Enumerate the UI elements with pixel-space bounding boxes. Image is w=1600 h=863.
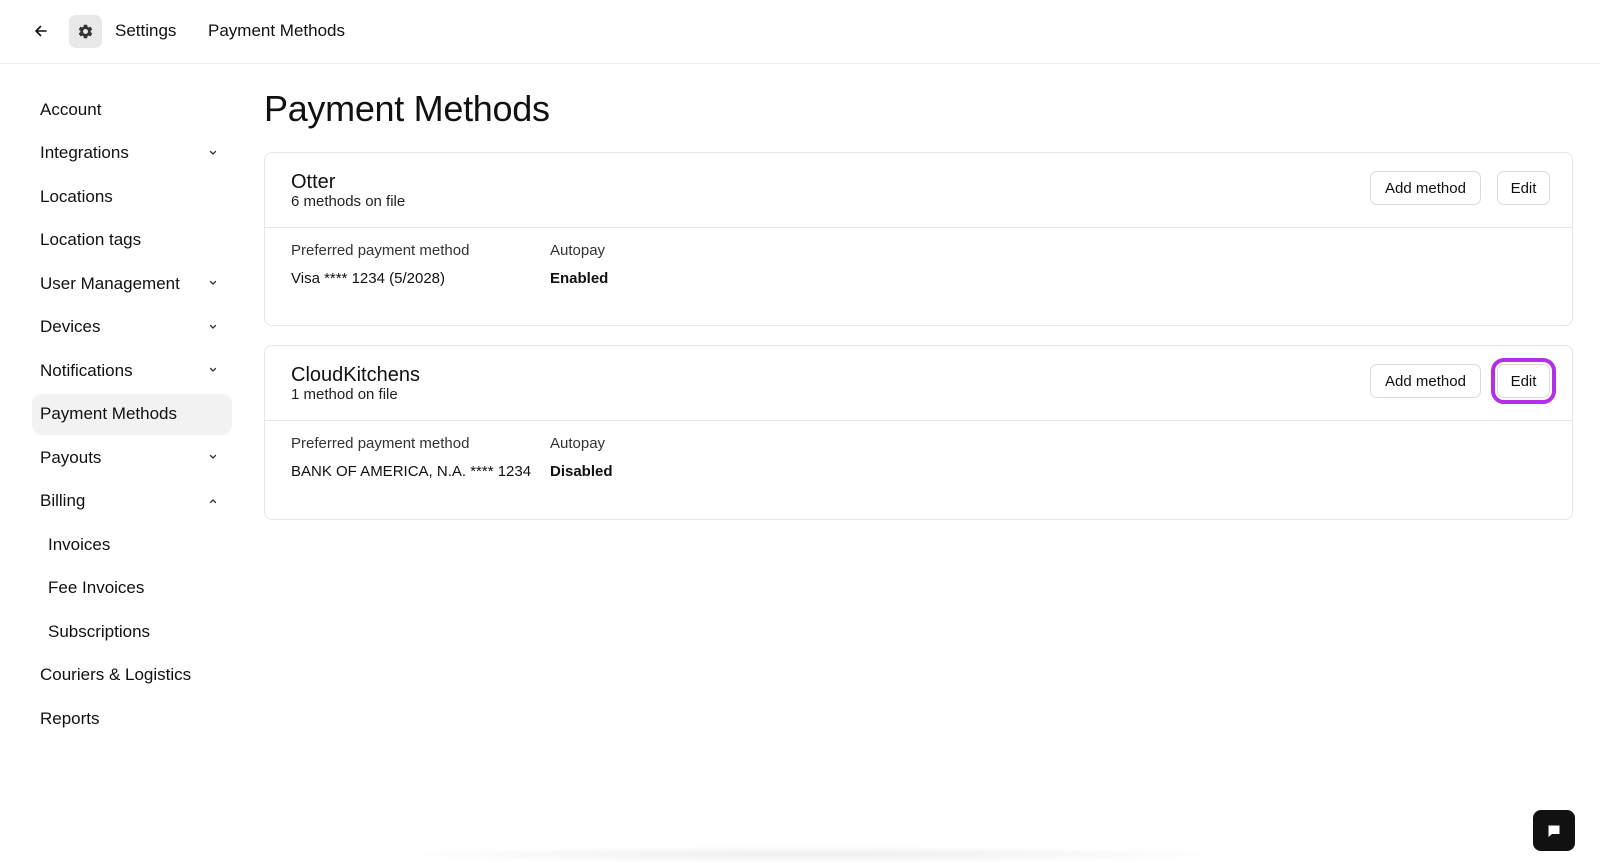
page-title: Payment Methods (264, 88, 550, 129)
sidebar-item-fee-invoices[interactable]: Fee Invoices (32, 568, 232, 609)
sidebar-item-user-management[interactable]: User Management (32, 263, 232, 304)
sidebar-item-label: Locations (40, 186, 113, 206)
gear-icon (78, 24, 93, 39)
breadcrumb-current: Payment Methods (208, 21, 346, 40)
preferred-method-label: Preferred payment method (291, 242, 470, 259)
autopay-label: Autopay (550, 242, 606, 259)
payment-card-cloudkitchens: CloudKitchens 1 method on file Add metho… (264, 345, 1573, 520)
sidebar-item-label: Subscriptions (48, 621, 151, 641)
chevron-down-icon (209, 150, 217, 155)
chevron-down-icon (209, 367, 217, 372)
card-method-count: 1 method on file (291, 386, 398, 403)
top-bar: Settings Payment Methods (0, 0, 1600, 64)
sidebar-item-label: Reports (40, 708, 100, 728)
sidebar-item-reports[interactable]: Reports (32, 698, 232, 739)
sidebar-item-label: Account (40, 99, 102, 119)
sidebar-item-location-tags[interactable]: Location tags (32, 220, 232, 261)
preferred-method-value: BANK OF AMERICA, N.A. **** 1234 (291, 463, 532, 480)
sidebar-item-devices[interactable]: Devices (32, 307, 232, 348)
card-header: Otter 6 methods on file Add method Edit (265, 153, 1572, 228)
edit-button[interactable]: Edit (1491, 358, 1556, 404)
sidebar-item-integrations[interactable]: Integrations (32, 133, 232, 174)
sidebar-item-notifications[interactable]: Notifications (32, 350, 232, 391)
sidebar-item-payment-methods[interactable]: Payment Methods (32, 393, 232, 435)
arrow-left-icon (35, 25, 47, 37)
sidebar-item-label: Payment Methods (40, 404, 178, 423)
sidebar-item-billing[interactable]: Billing (32, 481, 232, 522)
sidebar-item-label: Notifications (40, 360, 133, 380)
edit-button[interactable]: Edit (1497, 171, 1550, 205)
sidebar-item-couriers-logistics[interactable]: Couriers & Logistics (32, 655, 232, 696)
autopay-value: Enabled (550, 270, 609, 287)
sidebar-item-label: Devices (40, 317, 101, 336)
breadcrumb-settings[interactable]: Settings (115, 20, 176, 42)
sidebar-item-label: Location tags (40, 230, 142, 249)
card-org-name: Otter (291, 171, 336, 193)
sidebar-item-label: Payouts (40, 447, 102, 467)
preferred-method-label: Preferred payment method (291, 435, 470, 452)
chevron-down-icon (209, 324, 217, 329)
bottom-shadow (380, 846, 1240, 863)
sidebar-item-label: Invoices (48, 534, 111, 554)
chevron-down-icon (209, 280, 217, 285)
chat-bubble-icon (1548, 825, 1560, 837)
payment-card-otter: Otter 6 methods on file Add method Edit … (264, 152, 1573, 326)
sidebar-item-label: Fee Invoices (48, 578, 145, 597)
back-button[interactable] (28, 18, 54, 44)
sidebar-item-label: User Management (40, 273, 180, 293)
chevron-up-icon (209, 498, 217, 503)
sidebar-item-subscriptions[interactable]: Subscriptions (32, 611, 232, 652)
sidebar-nav: Account Integrations Locations Location … (32, 89, 232, 742)
card-org-name: CloudKitchens (291, 364, 420, 386)
sidebar-item-label: Billing (40, 491, 86, 510)
add-method-button[interactable]: Add method (1370, 364, 1481, 398)
chevron-down-icon (209, 454, 217, 459)
settings-gear-button[interactable] (69, 15, 102, 48)
sidebar-item-invoices[interactable]: Invoices (32, 524, 232, 565)
add-method-button[interactable]: Add method (1370, 171, 1481, 205)
autopay-label: Autopay (550, 435, 606, 452)
preferred-method-value: Visa **** 1234 (5/2028) (291, 270, 445, 287)
sidebar-item-label: Couriers & Logistics (40, 665, 192, 684)
card-method-count: 6 methods on file (291, 193, 406, 210)
chat-button[interactable] (1533, 810, 1575, 851)
sidebar-item-locations[interactable]: Locations (32, 176, 232, 217)
sidebar-item-label: Integrations (40, 143, 129, 162)
sidebar-item-payouts[interactable]: Payouts (32, 437, 232, 478)
autopay-value: Disabled (550, 463, 613, 480)
sidebar-item-account[interactable]: Account (32, 89, 232, 130)
card-header: CloudKitchens 1 method on file Add metho… (265, 346, 1572, 421)
